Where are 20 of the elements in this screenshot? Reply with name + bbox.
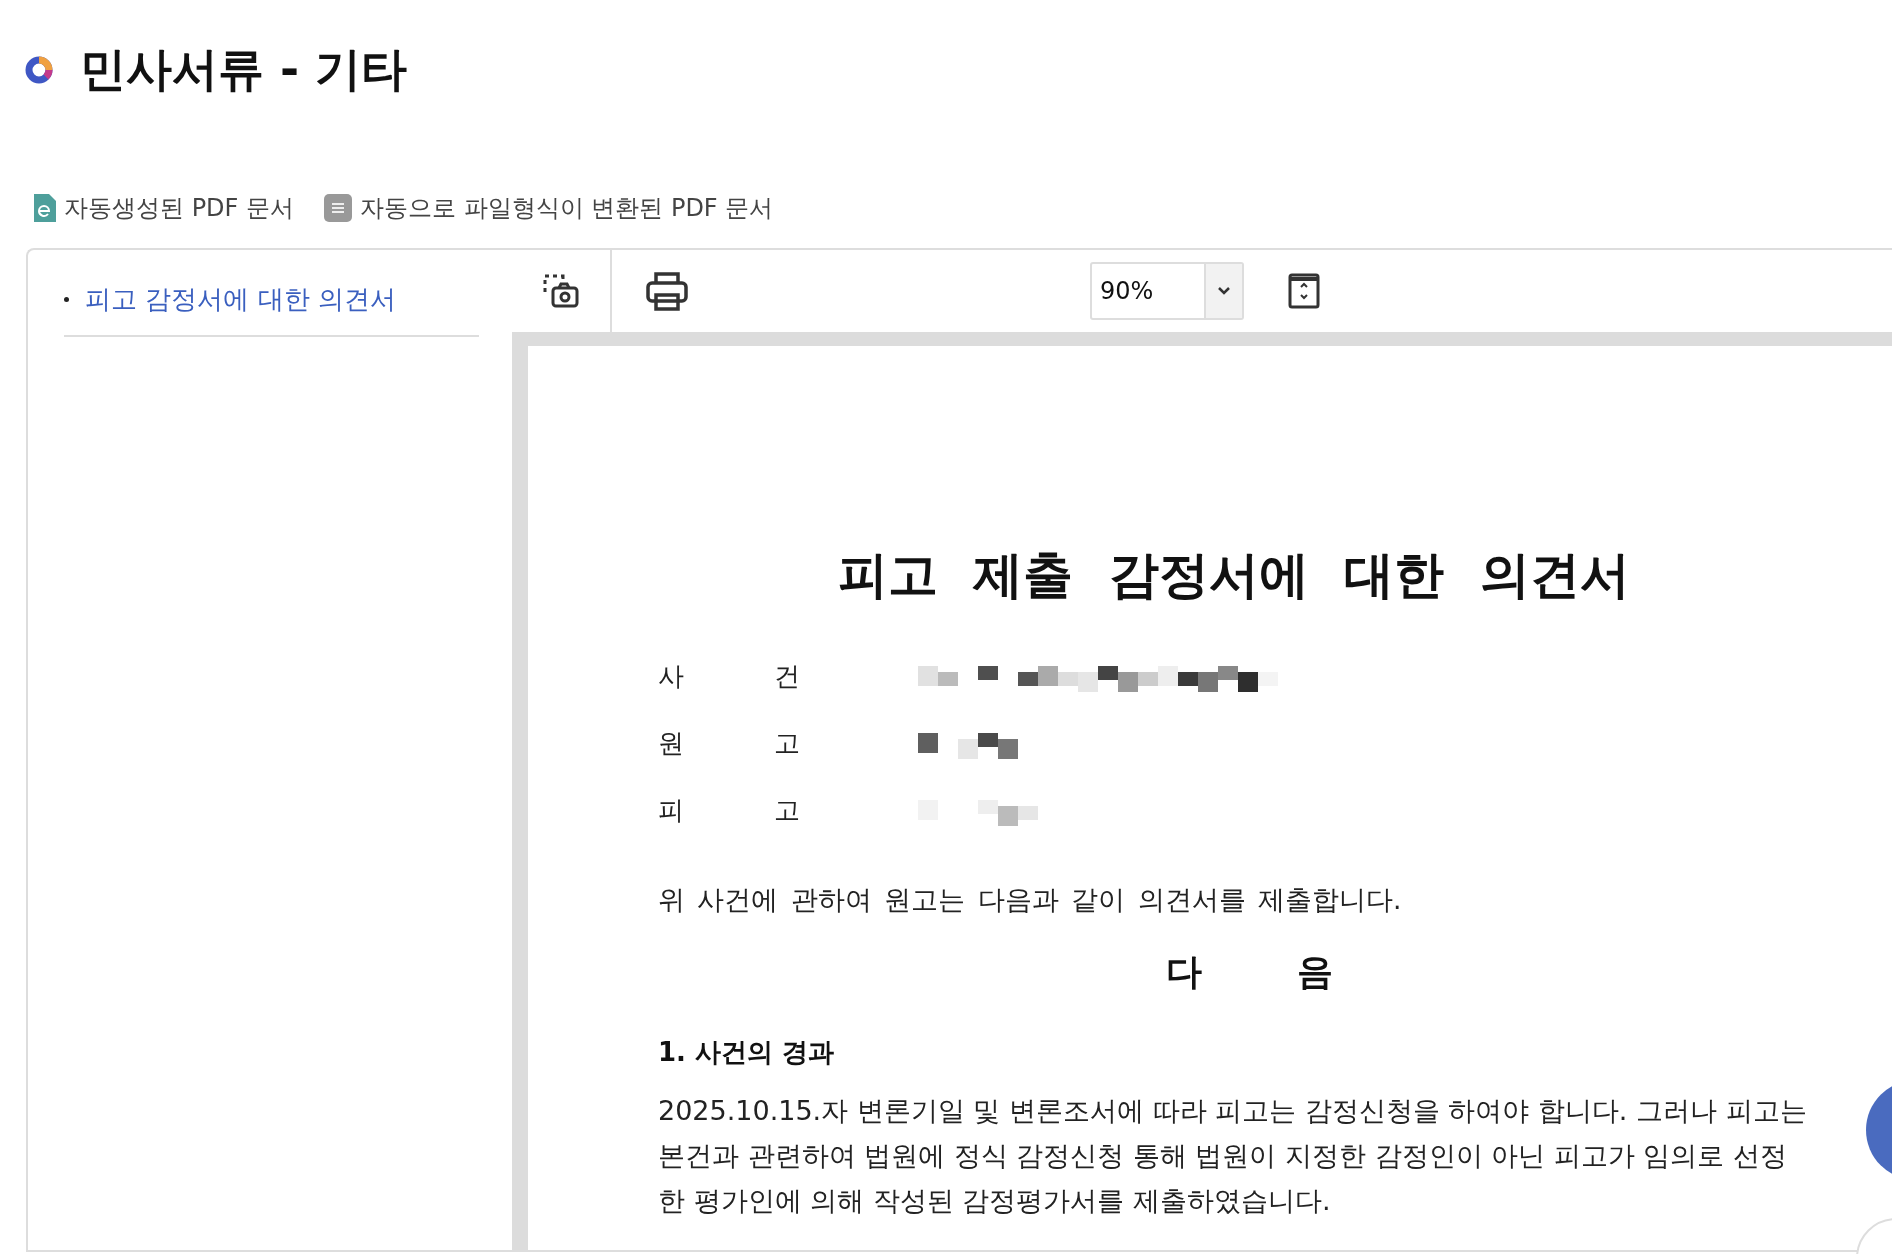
section-heading: 다 음 — [1166, 950, 1334, 994]
party-label: 피 고 — [658, 794, 802, 827]
camera-selection-icon — [543, 274, 579, 308]
intro-text: 위 사건에 관하여 원고는 다음과 같이 의견서를 제출합니다. — [658, 883, 1403, 917]
page-title: 민사서류 - 기타 — [80, 41, 408, 98]
document-title: 피고 제출 감정서에 대한 의견서 — [838, 545, 1631, 606]
body-paragraph: 2025.10.15.자 변론기일 및 변론조서에 따라 피고는 감정신청을 하여야 합니다. 그러나 피고는 본건과 관련하여 법원에 정식 감정신청 통해 법원이 지정한 감정인이 아닌 피고가 임의로 선정 한 평가인에 의해 작성된 감정평가서를 제출하였습니다. — [658, 1094, 1808, 1218]
printer-icon — [646, 271, 688, 311]
party-label: 원 고 — [658, 727, 802, 760]
section-title: 1. 사건의 경과 — [658, 1036, 836, 1069]
ring-logo-icon — [24, 55, 54, 85]
legend-label: 자동으로 파일형식이 변환된 PDF 문서 — [360, 193, 774, 224]
fit-height-icon — [1288, 273, 1320, 309]
document-lines-icon — [324, 194, 352, 222]
legend-label: 자동생성된 PDF 문서 — [64, 193, 294, 224]
document-icon — [34, 194, 56, 222]
zoom-select[interactable]: 90% — [1090, 262, 1244, 320]
chevron-down-icon — [1217, 286, 1231, 296]
party-label: 사 건 — [658, 660, 802, 693]
document-link[interactable]: 피고 감정서에 대한 의견서 — [64, 282, 479, 337]
